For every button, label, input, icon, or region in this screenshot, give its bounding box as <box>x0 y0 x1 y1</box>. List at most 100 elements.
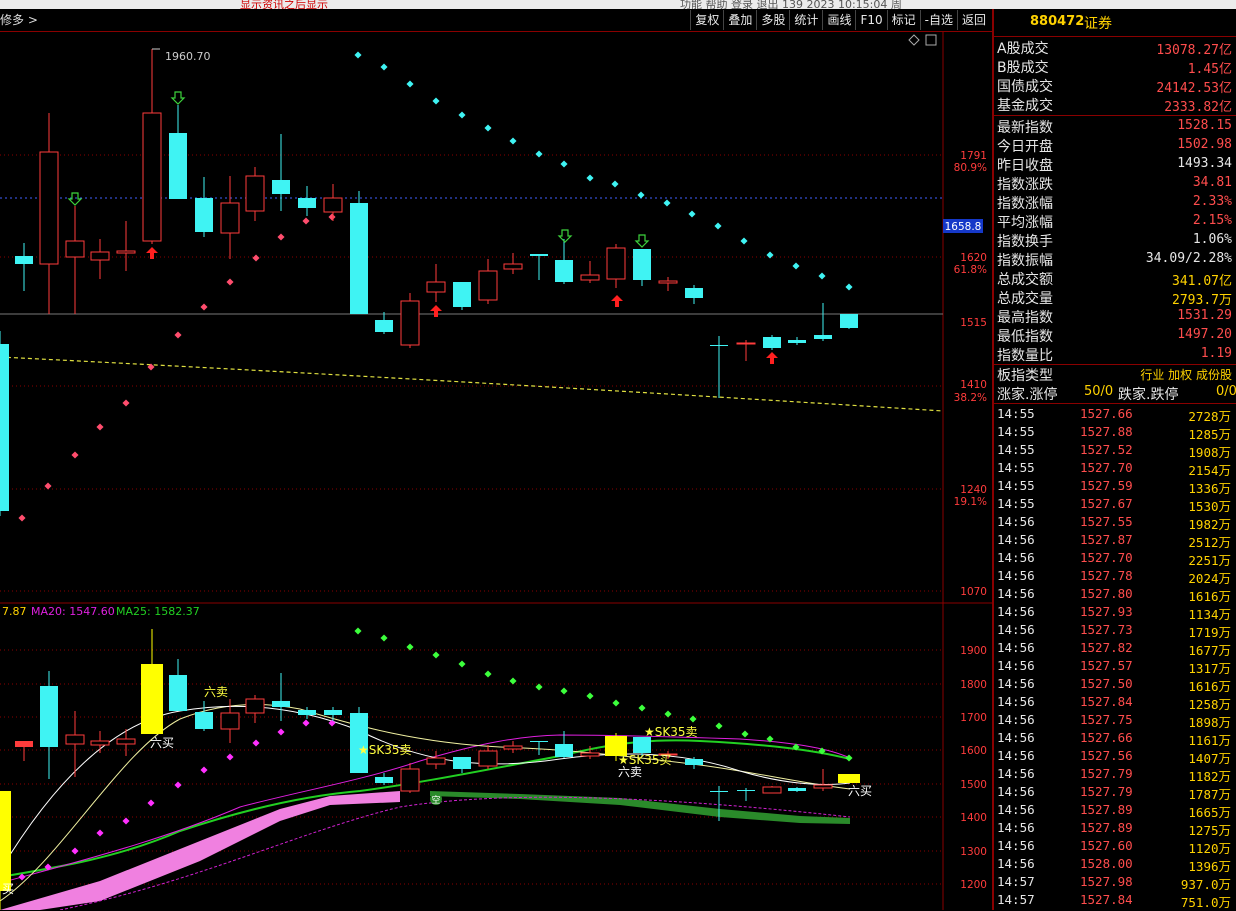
tick-time: 14:55 <box>997 478 1035 493</box>
toolbar-buttons: 复权 叠加 多股 统计 画线 F10 标记 -自选 返回 <box>690 9 990 31</box>
sar-dot <box>664 710 672 718</box>
index-stat-row-12: 指数量比 1.19 <box>994 345 1234 364</box>
down-value: 0/0 <box>1216 384 1236 399</box>
candle-body-up <box>90 740 110 746</box>
toolbar-button-4[interactable]: 画线 <box>822 10 855 30</box>
tick-row: 14:56 1527.55 1982万 <box>994 513 1234 532</box>
candle-body <box>788 788 806 791</box>
tick-price: 1527.88 <box>1080 424 1133 439</box>
tick-price: 1527.60 <box>1080 838 1133 853</box>
candle-body-up <box>478 270 498 301</box>
candle-body-up <box>400 768 420 792</box>
y-tick-label: 1410 <box>960 379 987 391</box>
sar-dot <box>200 766 208 774</box>
tick-price: 1527.52 <box>1080 442 1133 457</box>
toolbar-button-5[interactable]: F10 <box>855 10 886 30</box>
main-chart-area[interactable]: 1960.70 <box>0 48 944 522</box>
window-menu[interactable]: 功能 帮助 登录 退出 139 2023 10:15:04 周 <box>680 0 902 9</box>
stat-value: 2333.82亿 <box>1164 100 1232 115</box>
toolbar-button-1[interactable]: 叠加 <box>723 10 756 30</box>
tick-time: 14:55 <box>997 424 1035 439</box>
candle-body <box>555 744 573 757</box>
index-stat-row-10: 最高指数 1531.29 <box>994 307 1234 326</box>
updown-row: 涨家.涨停 50/0 跌家.跌停 0/0 <box>994 384 1236 403</box>
tick-row: 14:55 1527.67 1530万 <box>994 495 1234 514</box>
sar-dot <box>406 643 414 651</box>
tick-price: 1527.98 <box>1080 874 1133 889</box>
toolbar-button-3[interactable]: 统计 <box>789 10 822 30</box>
y-tick-label: 1300 <box>960 846 987 858</box>
sell-arrow-icon <box>634 234 650 248</box>
stat-label: 指数振幅 <box>997 253 1053 269</box>
candle-body-down <box>814 335 832 339</box>
toolbar-button-6[interactable]: 标记 <box>886 10 920 30</box>
index-stat-row-8: 总成交额 341.07亿 <box>994 269 1234 289</box>
tick-row: 14:57 1527.84 751.0万 <box>994 891 1234 910</box>
buy-arrow-icon <box>611 295 623 307</box>
tick-row: 14:56 1527.79 1182万 <box>994 765 1234 784</box>
tick-row: 14:56 1527.75 1898万 <box>994 711 1234 730</box>
candle-body-down <box>350 203 368 314</box>
sar-dot <box>663 199 671 207</box>
stat-value: 1531.29 <box>1177 308 1232 323</box>
tick-price: 1527.82 <box>1080 640 1133 655</box>
sar-dot <box>560 687 568 695</box>
tick-time: 14:57 <box>997 892 1035 907</box>
tick-row: 14:56 1527.93 1134万 <box>994 603 1234 622</box>
candle-body-up <box>400 300 420 346</box>
toolbar-button-2[interactable]: 多股 <box>756 10 789 30</box>
sar-dot <box>226 278 234 286</box>
tick-price: 1527.67 <box>1080 496 1133 511</box>
toolbar-button-8[interactable]: 返回 <box>956 10 990 30</box>
sar-dot <box>380 634 388 642</box>
stat-label: A股成交 <box>997 41 1049 57</box>
candle-body-down <box>763 337 781 348</box>
sar-dot <box>689 715 697 723</box>
sar-dot <box>96 423 104 431</box>
tick-price: 1527.89 <box>1080 820 1133 835</box>
y-tick-label: 1240 <box>960 484 987 496</box>
volume-stat-row-0: A股成交 13078.27亿 <box>994 38 1234 58</box>
toolbar-button-7[interactable]: -自选 <box>919 10 957 30</box>
sub-chart-area[interactable]: 7.87 MA20: 1547.60 MA25: 1582.37六卖六买 ★SK35卖… <box>0 605 872 910</box>
y-tick-label: 1400 <box>960 812 987 824</box>
down-label: 跌家.跌停 <box>1118 387 1179 403</box>
sar-dot <box>484 670 492 678</box>
tick-time: 14:56 <box>997 640 1035 655</box>
divider <box>994 403 1236 404</box>
candle-body <box>685 759 703 765</box>
tick-time: 14:56 <box>997 586 1035 601</box>
index-stat-row-3: 指数涨跌 34.81 <box>994 174 1234 193</box>
tick-volume: 751.0万 <box>1180 895 1231 910</box>
tick-price: 1527.84 <box>1080 892 1133 907</box>
kline-chart[interactable]: 179180.9% 162061.8% 1515 141038.2% 124019.1%… <box>0 31 992 910</box>
sar-dot <box>432 651 440 659</box>
candle-body-down <box>710 345 728 346</box>
stat-value: 13078.27亿 <box>1156 43 1232 58</box>
sar-dot <box>792 262 800 270</box>
stat-value: 1.06% <box>1192 232 1232 247</box>
tick-price: 1527.66 <box>1080 730 1133 745</box>
candle-body-up <box>503 263 523 270</box>
candle-body-up <box>736 342 756 345</box>
candle-body-down <box>298 198 316 208</box>
tick-row: 14:56 1527.73 1719万 <box>994 621 1234 640</box>
board-type-value[interactable]: 行业 加权 成份股 <box>1140 366 1232 383</box>
price-callout: 1658.8 <box>945 221 982 233</box>
sar-dot <box>509 677 517 685</box>
back-link[interactable]: 修多 > <box>0 11 38 28</box>
candle-body-down <box>555 260 573 282</box>
tick-row: 14:56 1527.80 1616万 <box>994 585 1234 604</box>
signal-label: 空 <box>431 794 440 806</box>
stat-label: 平均涨幅 <box>997 215 1053 231</box>
tick-time: 14:56 <box>997 838 1035 853</box>
candle-body-up <box>116 250 136 254</box>
sar-dot <box>715 722 723 730</box>
candle-body <box>195 712 213 729</box>
tick-row: 14:55 1527.52 1908万 <box>994 441 1234 460</box>
stat-label: 指数涨跌 <box>997 177 1053 193</box>
y-tick-label: 1515 <box>960 317 987 329</box>
sar-dot <box>302 719 310 727</box>
toolbar-button-0[interactable]: 复权 <box>690 10 723 30</box>
y-tick-label: 19.1% <box>954 496 987 508</box>
